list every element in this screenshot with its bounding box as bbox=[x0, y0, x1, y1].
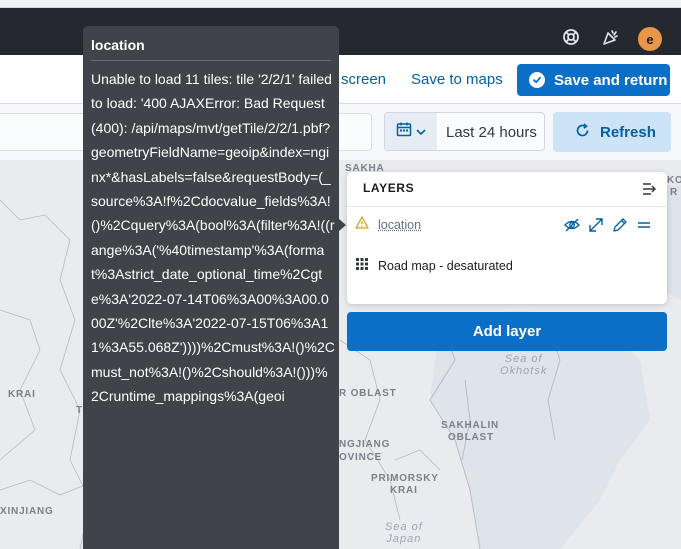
layer-control-panel: LAYERS location Road map - desaturated bbox=[347, 172, 667, 304]
map-label-t: T bbox=[76, 405, 83, 416]
layer-error-tooltip: location Unable to load 11 tiles: tile '… bbox=[83, 26, 339, 549]
map-label-ovince: OVINCE bbox=[339, 452, 383, 463]
check-circle-icon bbox=[529, 72, 545, 88]
tooltip-divider bbox=[91, 60, 331, 61]
map-label-ngjiang: NGJIANG bbox=[339, 439, 391, 450]
pencil-icon[interactable] bbox=[611, 216, 629, 239]
refresh-icon bbox=[575, 122, 590, 142]
layer-name-location[interactable]: location bbox=[378, 218, 421, 232]
layer-row-location[interactable]: location bbox=[355, 210, 659, 240]
grid-icon bbox=[355, 257, 369, 276]
layer-row-road-map[interactable]: Road map - desaturated bbox=[355, 251, 659, 281]
tooltip-error-message: Unable to load 11 tiles: tile '2/2/1' fa… bbox=[91, 71, 336, 405]
save-to-maps-button[interactable]: Save to maps bbox=[411, 71, 503, 88]
layer-actions bbox=[563, 216, 653, 239]
chevron-down-icon bbox=[416, 123, 426, 141]
map-label-krai-east: KRAI bbox=[390, 485, 418, 496]
lifebuoy-icon[interactable] bbox=[560, 26, 582, 48]
date-range-text[interactable]: Last 24 hours bbox=[446, 124, 537, 141]
tooltip-arrow bbox=[339, 219, 346, 231]
layer-name-road-map[interactable]: Road map - desaturated bbox=[378, 259, 513, 273]
sea-label-japan: Sea of Japan bbox=[385, 521, 423, 545]
eye-closed-icon[interactable] bbox=[563, 216, 581, 239]
drag-handle-icon[interactable] bbox=[635, 216, 653, 239]
save-and-return-button[interactable]: Save and return bbox=[517, 64, 670, 96]
collapse-panel-icon[interactable] bbox=[641, 180, 659, 198]
fullscreen-button[interactable]: screen bbox=[341, 71, 386, 88]
map-label-xinjiang: XINJIANG bbox=[0, 506, 54, 517]
refresh-label: Refresh bbox=[600, 123, 656, 141]
map-label-primorsky: PRIMORSKY bbox=[371, 473, 439, 484]
refresh-button[interactable]: Refresh bbox=[553, 112, 671, 152]
calendar-icon bbox=[396, 121, 412, 142]
layers-divider bbox=[347, 206, 667, 207]
sea-label-okhotsk: Sea of Okhotsk bbox=[500, 353, 548, 377]
browser-tab-strip bbox=[0, 0, 681, 8]
user-avatar[interactable]: e bbox=[638, 27, 662, 51]
map-label-sakhalin: SAKHALIN bbox=[441, 420, 500, 431]
warning-icon bbox=[355, 216, 369, 234]
save-and-return-label: Save and return bbox=[554, 71, 668, 89]
party-popper-icon[interactable] bbox=[600, 26, 622, 48]
date-quick-menu-button[interactable] bbox=[385, 113, 437, 150]
tooltip-title: location bbox=[91, 37, 145, 53]
map-label-krai-west: KRAI bbox=[8, 389, 36, 400]
layers-title: LAYERS bbox=[363, 181, 415, 195]
map-label-r-oblast: R OBLAST bbox=[339, 388, 397, 399]
map-label-oblast: OBLAST bbox=[448, 432, 494, 443]
add-layer-button[interactable]: Add layer bbox=[347, 312, 667, 351]
map-label-r: R bbox=[670, 187, 679, 198]
map-label-ko: KO bbox=[667, 175, 681, 186]
fit-to-data-icon[interactable] bbox=[587, 216, 605, 239]
date-picker[interactable]: Last 24 hours bbox=[384, 112, 545, 151]
